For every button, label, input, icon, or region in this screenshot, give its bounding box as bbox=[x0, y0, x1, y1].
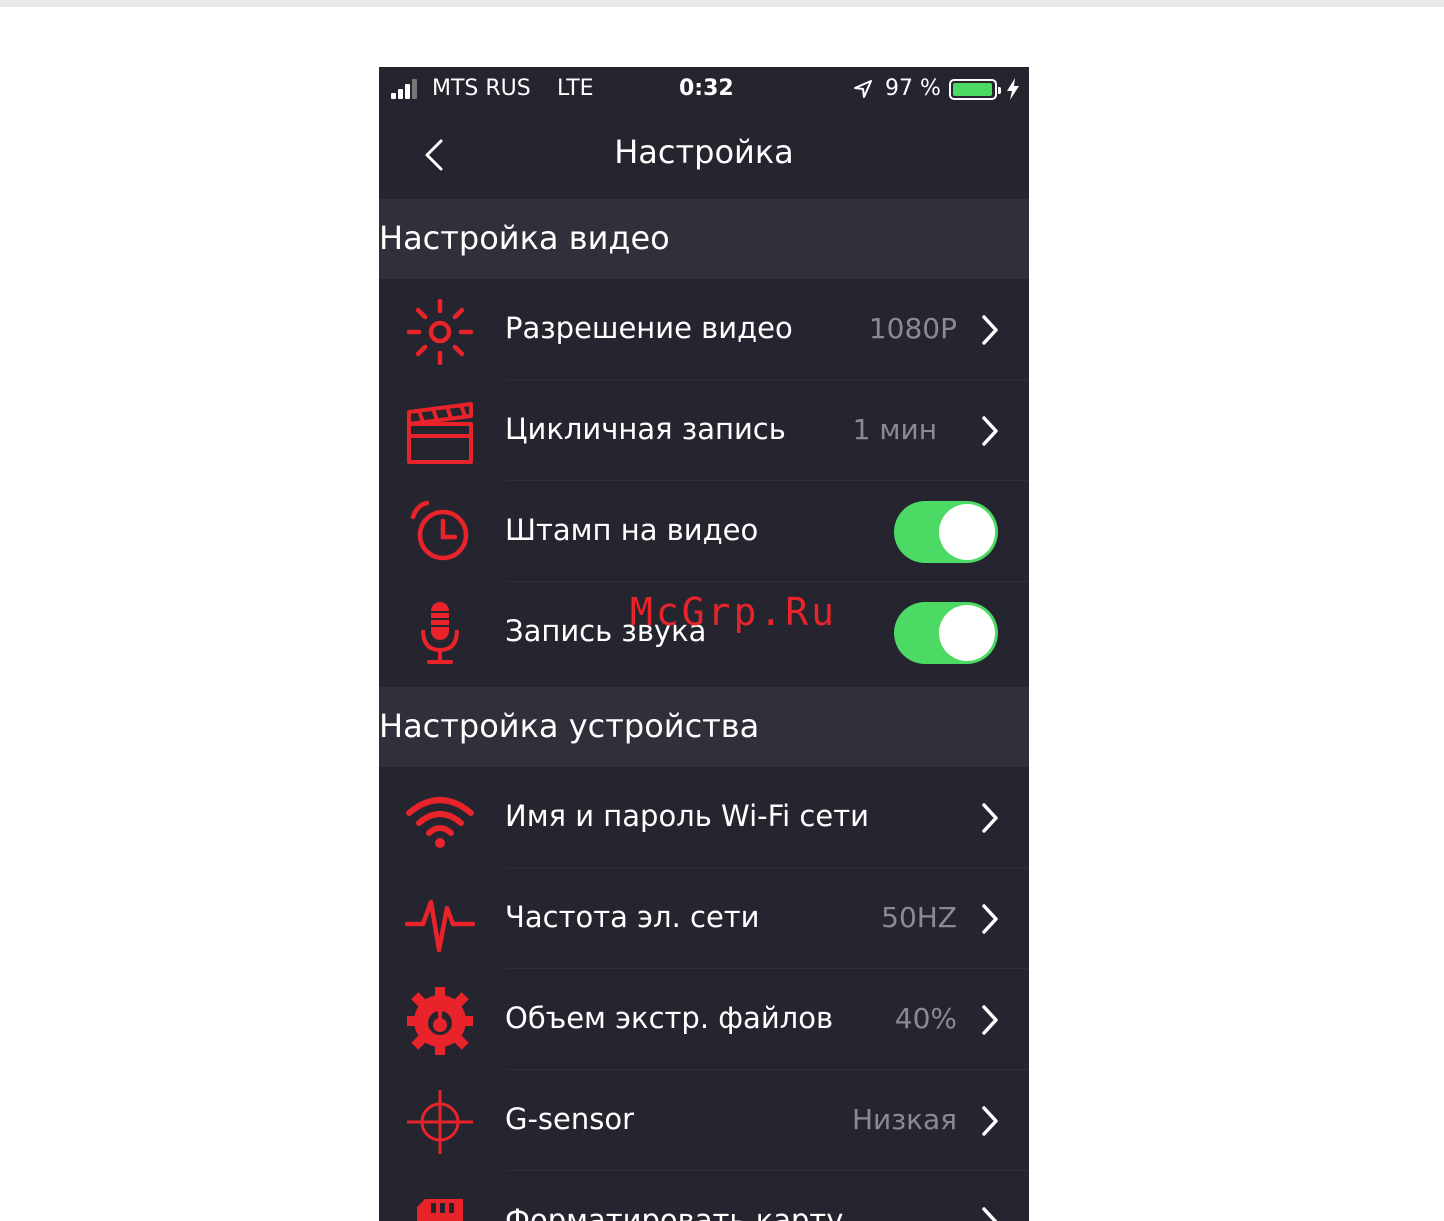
battery-icon bbox=[949, 79, 1001, 100]
chevron-right-icon bbox=[982, 904, 998, 934]
section-title: Настройка видео bbox=[379, 219, 670, 257]
section-header-video: Настройка видео bbox=[379, 199, 1029, 279]
row-label: Цикличная запись bbox=[505, 412, 786, 446]
row-value: 40% bbox=[894, 1002, 957, 1035]
page-top-band bbox=[0, 0, 1444, 7]
settings-row-power-frequency[interactable]: Частота эл. сети 50HZ bbox=[379, 868, 1029, 969]
row-value: Низкая bbox=[851, 1103, 957, 1136]
pulse-icon bbox=[405, 899, 475, 953]
toggle-knob bbox=[939, 605, 995, 661]
toggle-knob bbox=[939, 504, 995, 560]
wifi-icon bbox=[406, 797, 474, 848]
carrier-name: MTS RUS bbox=[432, 76, 531, 101]
status-time: 0:32 bbox=[679, 76, 734, 101]
watermark-text: McGrp.Ru bbox=[630, 590, 838, 634]
settings-row-emergency-files[interactable]: Объем экстр. файлов 40% bbox=[379, 969, 1029, 1070]
status-bar: MTS RUS LTE 0:32 97 % bbox=[379, 67, 1029, 111]
gear-timer-icon bbox=[407, 987, 473, 1055]
settings-row-video-stamp: Штамп на видео bbox=[379, 481, 1029, 582]
location-arrow-icon bbox=[854, 80, 872, 98]
row-label: Объем экстр. файлов bbox=[505, 1001, 834, 1035]
sd-card-icon bbox=[417, 1199, 463, 1221]
crosshair-icon bbox=[407, 1090, 473, 1154]
battery-percent: 97 % bbox=[885, 76, 941, 101]
settings-row-loop-recording[interactable]: Цикличная запись 1 мин bbox=[379, 380, 1029, 481]
settings-row-g-sensor[interactable]: G-sensor Низкая bbox=[379, 1070, 1029, 1171]
sound-recording-toggle[interactable] bbox=[894, 602, 998, 664]
nav-bar: Настройка bbox=[379, 111, 1029, 199]
section-title: Настройка устройства bbox=[379, 707, 760, 745]
section-header-device: Настройка устройства bbox=[379, 687, 1029, 767]
chevron-right-icon bbox=[982, 803, 998, 833]
signal-icon bbox=[391, 79, 425, 99]
row-label: Имя и пароль Wi-Fi сети bbox=[505, 799, 869, 833]
chevron-right-icon bbox=[982, 416, 998, 446]
chevron-right-icon bbox=[982, 1207, 998, 1221]
chevron-right-icon bbox=[982, 315, 998, 345]
row-label: Штамп на видео bbox=[505, 513, 759, 547]
battery-fill bbox=[953, 83, 992, 96]
row-label: Форматировать карту bbox=[505, 1203, 844, 1221]
settings-row-wifi[interactable]: Имя и пароль Wi-Fi сети bbox=[379, 767, 1029, 868]
chevron-right-icon bbox=[982, 1106, 998, 1136]
row-label: Разрешение видео bbox=[505, 311, 793, 345]
phone-screen: MTS RUS LTE 0:32 97 % Настройка Настройк… bbox=[379, 67, 1029, 1221]
alarm-clock-icon bbox=[410, 500, 469, 561]
row-label: G-sensor bbox=[505, 1102, 635, 1136]
row-value: 50HZ bbox=[881, 901, 957, 934]
row-value: 1080P bbox=[868, 312, 957, 345]
clapperboard-icon bbox=[407, 402, 473, 464]
video-stamp-toggle[interactable] bbox=[894, 501, 998, 563]
settings-row-format-card[interactable]: Форматировать карту bbox=[379, 1171, 1029, 1221]
settings-row-video-resolution[interactable]: Разрешение видео 1080P bbox=[379, 279, 1029, 380]
page-title: Настройка bbox=[614, 133, 794, 171]
charging-bolt-icon bbox=[1007, 78, 1019, 100]
microphone-icon bbox=[421, 602, 459, 664]
chevron-right-icon bbox=[982, 1005, 998, 1035]
row-label: Частота эл. сети bbox=[505, 900, 760, 934]
row-value: 1 мин bbox=[852, 413, 937, 446]
sun-brightness-icon bbox=[406, 298, 474, 365]
network-type: LTE bbox=[557, 76, 594, 101]
